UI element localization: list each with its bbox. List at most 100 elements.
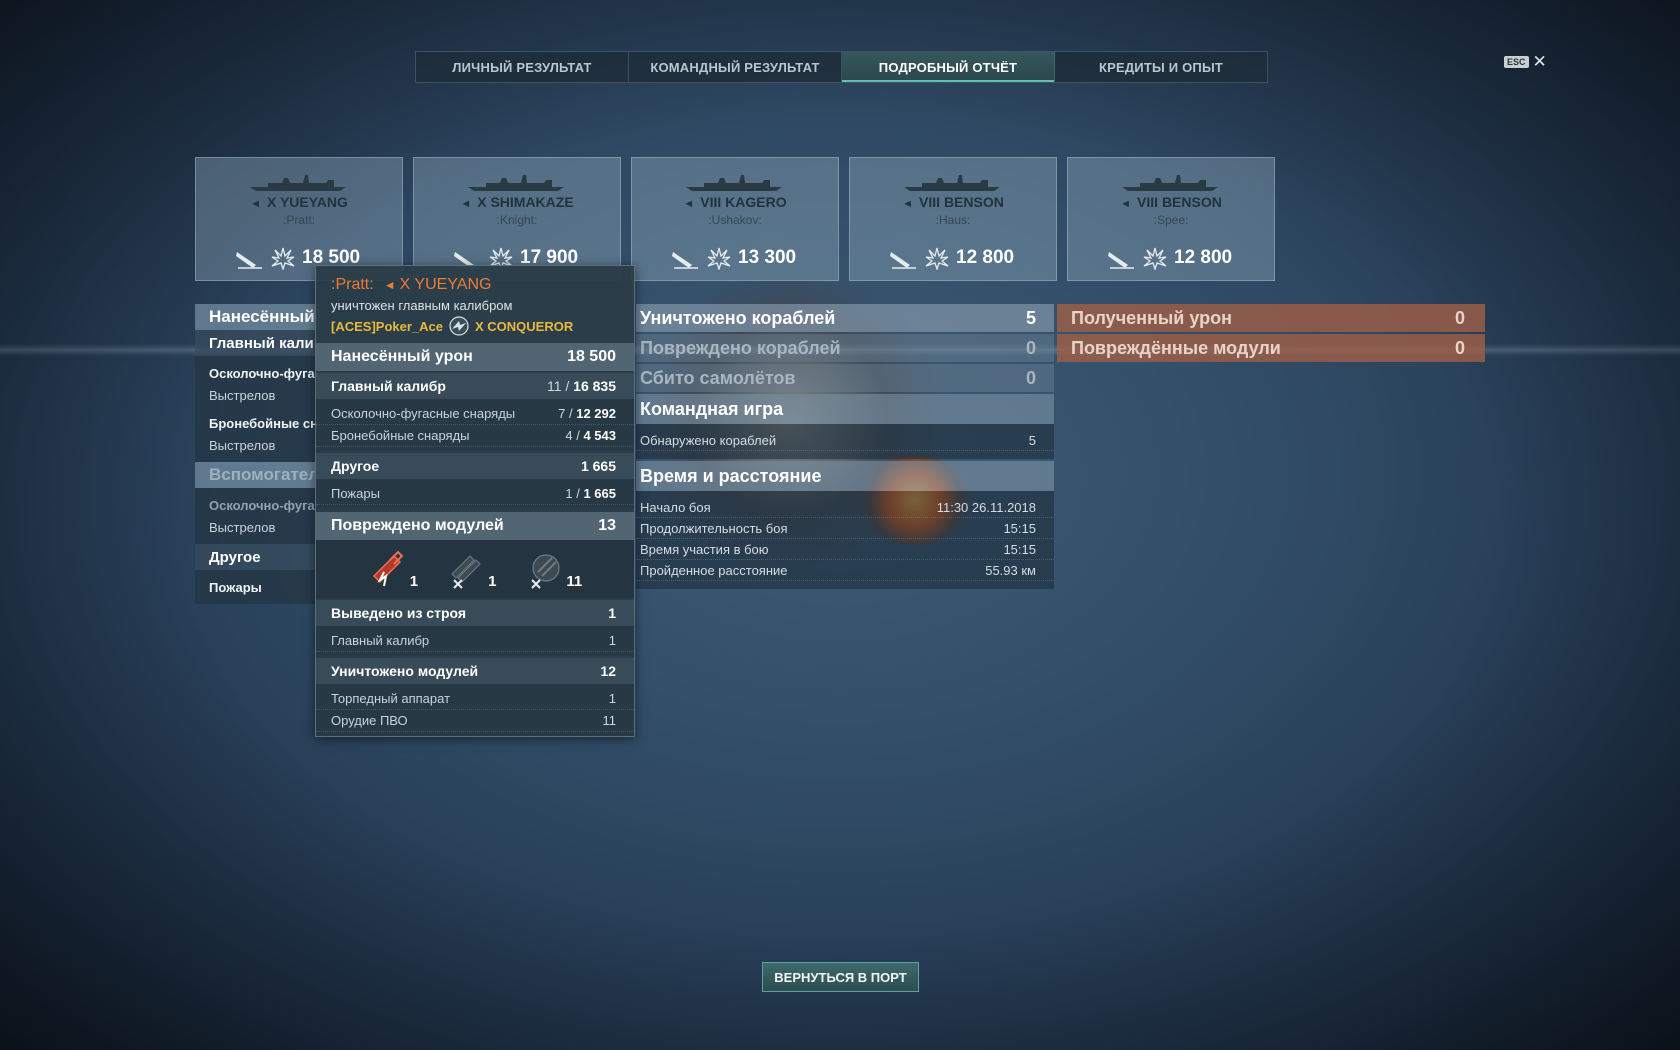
ship-class-icon: ◄: [250, 198, 261, 210]
killed-by-text: уничтожен главным калибром: [331, 298, 513, 313]
ship-name-text: VIII BENSON: [919, 194, 1004, 210]
ship-name-text: VIII BENSON: [1137, 194, 1222, 210]
killer-ship: X CONQUEROR: [475, 318, 574, 334]
ship-tooltip: :Pratt: ◄ X YUEYANG уничтожен главным кали…: [315, 265, 635, 737]
main-battery-header: Главный кали: [195, 330, 320, 356]
sunk-ship-icon: [672, 252, 698, 269]
shots-label: Выстрелов: [195, 434, 320, 456]
time-distance-header: Время и расстояние: [636, 461, 1054, 491]
time-distance-box: Начало боя 11:30 26.11.2018 Продолжительн…: [636, 491, 1054, 589]
secondary-header: Вспомогатель: [195, 462, 320, 488]
team-play-header: Командная игра: [636, 394, 1054, 424]
damage-dealt-panel: Нанесённый Главный кали Осколочно-фугасн…: [195, 304, 320, 604]
ship-class-icon: ◄: [683, 198, 695, 210]
damage-value: 13 300: [738, 247, 797, 268]
tooltip-modules-destroyed-row: Уничтожено модулей 12: [316, 658, 634, 684]
distance-row: Пройденное расстояние 55.93 км: [636, 560, 1054, 581]
damage-received-panel: Полученный урон 0 Повреждённые модули 0: [1057, 304, 1485, 364]
damage-burst-icon: [1143, 247, 1167, 270]
ship-name: ◄ X SHIMAKAZE: [414, 194, 620, 210]
ship-card[interactable]: ◄ VIII BENSON :Haus: 12 800: [849, 157, 1057, 281]
player-name: :Knight:: [496, 213, 538, 227]
spotted-row: Обнаружено кораблей 5: [636, 430, 1054, 451]
tooltip-modules-damaged-row: Повреждено модулей 13: [316, 512, 634, 540]
ship-name: ◄ VIII BENSON: [850, 194, 1056, 210]
ship-name: ◄ X YUEYANG: [196, 194, 402, 210]
player-name: :Pratt:: [282, 213, 315, 227]
aa-guns-destroyed-icon: [531, 554, 561, 589]
tab-detailed-report[interactable]: ПОДРОБНЫЙ ОТЧЁТ: [842, 52, 1055, 82]
player-name: :Ushakov:: [708, 213, 762, 227]
tooltip-aa-row: Орудие ПВО 11: [316, 710, 634, 732]
ship-name: ◄ VIII KAGERO: [632, 194, 838, 210]
participation-row: Время участия в бою 15:15: [636, 539, 1054, 560]
player-name: :Spee:: [1153, 213, 1189, 227]
main-battery-incapacitated-icon: [372, 550, 404, 587]
damage-value: 12 800: [1174, 247, 1233, 268]
ship-silhouette-icon: [1122, 175, 1218, 191]
killer-info: [ACES]Poker_Ace X CONQUEROR: [331, 316, 618, 336]
sunk-ship-icon: [236, 252, 262, 269]
other-header: Другое: [195, 544, 320, 570]
ship-card[interactable]: ◄ X YUEYANG :Pratt: 18 500: [195, 157, 403, 281]
tooltip-ap-row: Бронебойные снаряды 4 / 4 543: [316, 425, 634, 447]
ship-class-icon: ◄: [460, 198, 472, 210]
team-play-box: Обнаружено кораблей 5: [636, 424, 1054, 459]
tooltip-fires-block: Пожары 1 / 1 665: [316, 479, 634, 509]
duration-row: Продолжительность боя 15:15: [636, 518, 1054, 539]
tooltip-dealt-row: Нанесённый урон 18 500: [316, 343, 634, 371]
shots-label: Выстрелов: [195, 516, 320, 538]
he-shells-label: Осколочно-фугасн: [195, 362, 320, 384]
ship-emblem-icon: [449, 316, 469, 336]
damaged-ships-row: Повреждено кораблей 0: [636, 334, 1054, 362]
tooltip-fires-row: Пожары 1 / 1 665: [316, 483, 634, 505]
sunk-ship-icon: [1108, 252, 1134, 269]
module-icon-item: 1: [446, 548, 496, 590]
tab-team-result[interactable]: КОМАНДНЫЙ РЕЗУЛЬТАТ: [629, 52, 842, 82]
damage-burst-icon: [271, 247, 295, 270]
damage-burst-icon: [707, 247, 731, 270]
tooltip-inc-main-row: Главный калибр 1: [316, 630, 634, 652]
battle-stats-panel: Уничтожено кораблей 5 Повреждено кораблей…: [636, 304, 1054, 591]
dealt-header: Нанесённый: [195, 304, 320, 330]
tooltip-incapacitated-row: Выведено из строя 1: [316, 600, 634, 626]
close-icon: ✕: [1532, 52, 1547, 71]
fires-label: Пожары: [195, 576, 320, 598]
ship-name-text: VIII KAGERO: [700, 194, 787, 210]
shots-label: Выстрелов: [195, 384, 320, 406]
tooltip-inc-block: Главный калибр 1: [316, 626, 634, 656]
tooltip-main-row: Главный калибр 11 / 16 835: [316, 373, 634, 399]
return-to-port-button[interactable]: ВЕРНУТЬСЯ В ПОРТ: [762, 962, 919, 992]
received-damage-row: Полученный урон 0: [1057, 304, 1485, 332]
tab-bar: ЛИЧНЫЙ РЕЗУЛЬТАТ КОМАНДНЫЙ РЕЗУЛЬТАТ ПОД…: [415, 51, 1268, 83]
ship-silhouette-icon: [468, 175, 564, 191]
ship-card[interactable]: ◄ VIII KAGERO :Ushakov: 13 300: [631, 157, 839, 281]
ship-class-icon: ◄: [1120, 198, 1132, 210]
tooltip-other-row: Другое 1 665: [316, 453, 634, 479]
ship-silhouette-icon: [904, 175, 1000, 191]
ship-name-text: X SHIMAKAZE: [477, 194, 574, 210]
module-icons: 1 1 11: [316, 540, 634, 598]
tab-personal-result[interactable]: ЛИЧНЫЙ РЕЗУЛЬТАТ: [416, 52, 629, 82]
player-name: :Haus:: [935, 213, 971, 227]
damage-value: 12 800: [956, 247, 1015, 268]
ship-silhouette-icon: [686, 175, 782, 191]
close-button[interactable]: ESC ✕: [1504, 52, 1547, 71]
card-stats: 12 800: [1106, 246, 1232, 270]
ship-card[interactable]: ◄ VIII BENSON :Spee: 12 800: [1067, 157, 1275, 281]
card-stats: 13 300: [670, 246, 796, 270]
tooltip-shells-block: Осколочно-фугасные снаряды 7 / 12 292 Бро…: [316, 399, 634, 451]
battle-start-row: Начало боя 11:30 26.11.2018: [636, 497, 1054, 518]
ship-card[interactable]: ◄ X SHIMAKAZE :Knight: 17 900: [413, 157, 621, 281]
ap-shells-label: Бронебойные снар: [195, 412, 320, 434]
destroyed-ships-row: Уничтожено кораблей 5: [636, 304, 1054, 332]
secondary-he-label: Осколочно-фугасн: [195, 494, 320, 516]
ship-name: ◄ VIII BENSON: [1068, 194, 1274, 210]
ship-name-text: X YUEYANG: [266, 194, 348, 210]
ship-cards: ◄ X YUEYANG :Pratt: 18 500 ◄ X SHIMAKAZE :…: [195, 157, 1275, 281]
ship-class-icon: ◄: [383, 278, 396, 292]
killer-player: [ACES]Poker_Ace: [331, 318, 443, 334]
sunk-ship-icon: [890, 252, 916, 269]
tooltip-title: :Pratt: ◄ X YUEYANG: [331, 276, 492, 293]
tab-credits-xp[interactable]: КРЕДИТЫ И ОПЫТ: [1055, 52, 1267, 82]
